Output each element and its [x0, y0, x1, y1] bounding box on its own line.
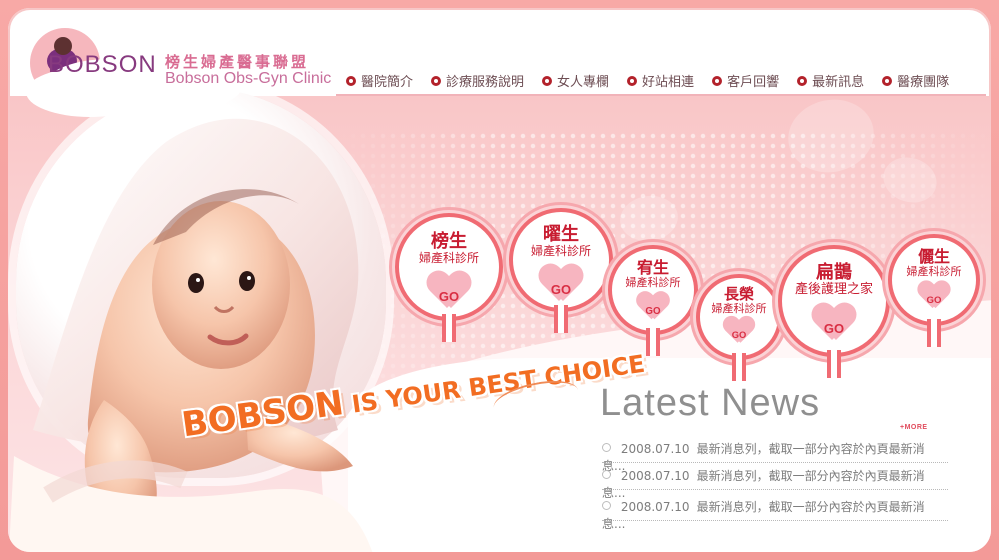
- bubble-stem: [927, 319, 941, 347]
- clinic-name-english: Bobson Obs-Gyn Clinic: [165, 70, 332, 87]
- news-date: 2008.07.10: [620, 500, 690, 514]
- news-more-link[interactable]: +MORE: [900, 424, 928, 431]
- clinic-name: 長榮: [723, 285, 754, 303]
- nav-bullet-icon: [882, 75, 893, 86]
- main-panel: BOBSON 榜生婦產醫事聯盟 Bobson Obs-Gyn Clinic 醫院…: [8, 8, 991, 552]
- clinic-name: 榜生: [431, 231, 467, 252]
- clinic-link-changrong[interactable]: 長榮 婦產科診所 GO: [696, 274, 782, 381]
- news-bullet-icon: [602, 501, 611, 510]
- nav-bullet-icon: [346, 75, 356, 86]
- bubble-stem: [827, 350, 841, 378]
- nav-bullet-icon: [712, 75, 723, 86]
- clinic-type: 婦產科診所: [530, 243, 591, 258]
- clinic-name: 宥生: [636, 258, 669, 277]
- news-bullet-icon: [602, 470, 611, 479]
- nav-bullet-icon: [627, 75, 638, 86]
- menu-divider: [336, 94, 986, 96]
- bubble-stem: [732, 353, 746, 381]
- news-date: 2008.07.10: [620, 442, 690, 456]
- page-frame: BOBSON 榜生婦產醫事聯盟 Bobson Obs-Gyn Clinic 醫院…: [0, 0, 999, 560]
- clinic-link-bangsheng[interactable]: 榜生 婦產科診所 GO: [395, 213, 503, 342]
- go-heart-icon: GO: [812, 304, 856, 346]
- clinic-type: 產後護理之家: [794, 281, 873, 297]
- nav-medical-team[interactable]: 醫療團隊: [882, 71, 949, 90]
- news-item[interactable]: 2008.07.10 最新消息列，截取一部分內容於內頁最新消息...: [602, 440, 948, 473]
- nav-bullet-icon: [431, 75, 442, 86]
- nav-links[interactable]: 好站相連: [627, 71, 694, 90]
- nav-latest-news[interactable]: 最新訊息: [797, 71, 864, 90]
- bubble-stem: [554, 305, 568, 333]
- clinic-name: 扁鵲: [816, 262, 852, 283]
- baby-photo: [8, 118, 373, 552]
- clinic-name-chinese: 榜生婦產醫事聯盟: [165, 53, 310, 71]
- nav-women-column[interactable]: 女人專欄: [542, 71, 609, 90]
- logo-text[interactable]: BOBSON: [48, 51, 157, 79]
- bubble-stem: [442, 314, 456, 342]
- nav-bullet-icon: [542, 75, 553, 86]
- clinic-name: 儷生: [917, 247, 950, 266]
- clinic-type: 婦產科診所: [625, 275, 681, 289]
- news-date: 2008.07.10: [620, 469, 690, 483]
- nav-feedback[interactable]: 客戶回響: [712, 71, 779, 90]
- clinic-type: 婦產科診所: [906, 264, 962, 278]
- clinic-link-yaosheng[interactable]: 曜生 婦產科診所 GO: [509, 208, 613, 333]
- clinic-type: 婦產科診所: [418, 250, 479, 265]
- news-bullet-icon: [602, 443, 611, 452]
- go-heart-icon: GO: [539, 265, 583, 307]
- news-title: Latest News: [600, 382, 821, 424]
- go-heart-icon: GO: [723, 317, 755, 347]
- bubble-stem: [646, 328, 660, 356]
- nav-hospital-intro[interactable]: 醫院簡介: [346, 71, 413, 90]
- go-heart-icon: GO: [427, 272, 471, 314]
- clinic-link-yousheng[interactable]: 宥生 婦產科診所 GO: [608, 245, 698, 356]
- go-heart-icon: GO: [637, 292, 670, 324]
- nav-bullet-icon: [797, 75, 808, 86]
- clinic-name: 曜生: [543, 224, 579, 245]
- clinic-link-lisheng[interactable]: 儷生 婦產科診所 GO: [888, 234, 980, 347]
- go-heart-icon: GO: [918, 282, 951, 313]
- nav-medical-services[interactable]: 診療服務說明: [431, 71, 524, 90]
- news-item[interactable]: 2008.07.10 最新消息列，截取一部分內容於內頁最新消息...: [602, 467, 948, 500]
- main-navigation: 醫院簡介 診療服務說明 女人專欄 好站相連 客戶回響 最新訊息 醫療團隊: [346, 71, 949, 90]
- news-item[interactable]: 2008.07.10 最新消息列，截取一部分內容於內頁最新消息...: [602, 498, 948, 531]
- clinic-type: 婦產科診所: [711, 301, 767, 315]
- clinic-link-bianque[interactable]: 扁鵲 產後護理之家 GO: [778, 245, 890, 378]
